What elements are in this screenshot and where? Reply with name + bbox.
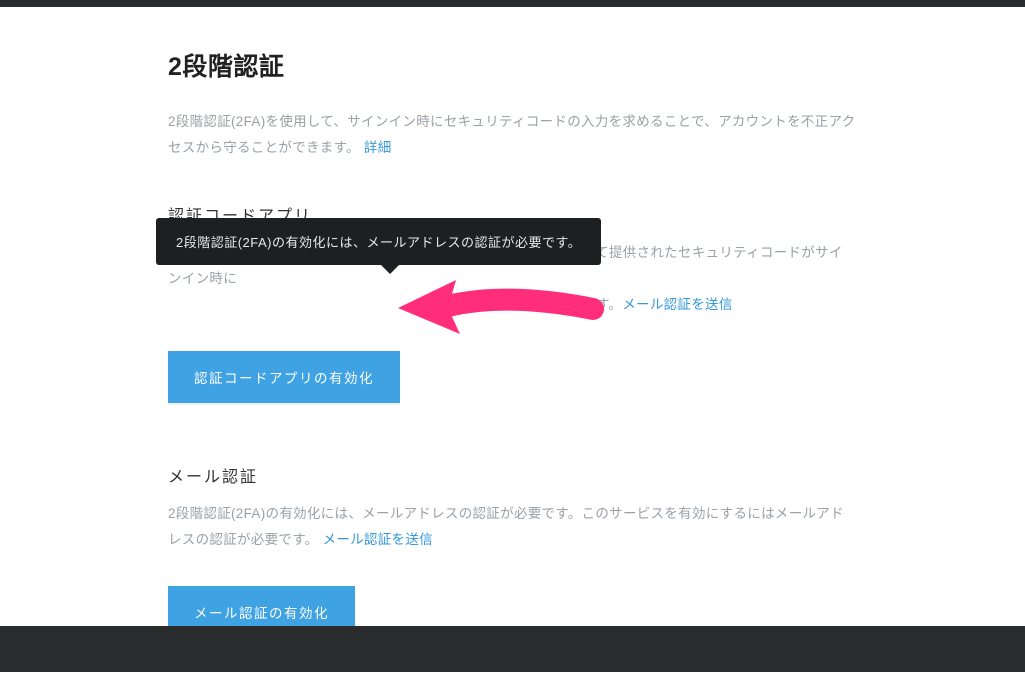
settings-card: 2段階認証 2段階認証(2FA)を使用して、サインイン時にセキュリティコードの入… <box>112 7 912 698</box>
intro-body: 2段階認証(2FA)を使用して、サインイン時にセキュリティコードの入力を求めるこ… <box>168 114 855 155</box>
email-auth-send-link[interactable]: メール認証を送信 <box>323 532 433 547</box>
page-title: 2段階認証 <box>168 47 856 83</box>
email-auth-desc: 2段階認証(2FA)の有効化には、メールアドレスの認証が必要です。このサービスを… <box>168 506 844 547</box>
intro-text: 2段階認証(2FA)を使用して、サインイン時にセキュリティコードの入力を求めるこ… <box>168 109 856 160</box>
enable-auth-app-button[interactable]: 認証コードアプリの有効化 <box>168 351 400 403</box>
email-auth-description: 2段階認証(2FA)の有効化には、メールアドレスの認証が必要です。このサービスを… <box>168 501 856 552</box>
auth-app-send-link[interactable]: メール認証を送信 <box>622 297 732 312</box>
email-auth-heading: メール認証 <box>168 463 856 487</box>
verification-required-tooltip: 2段階認証(2FA)の有効化には、メールアドレスの認証が必要です。 <box>156 218 601 265</box>
tooltip-text: 2段階認証(2FA)の有効化には、メールアドレスの認証が必要です。 <box>176 235 581 250</box>
top-bar <box>0 0 1025 7</box>
intro-detail-link[interactable]: 詳細 <box>364 140 392 155</box>
footer-bar <box>0 626 1025 672</box>
auth-app-desc-tail: の認証が必要です。 <box>499 297 622 312</box>
